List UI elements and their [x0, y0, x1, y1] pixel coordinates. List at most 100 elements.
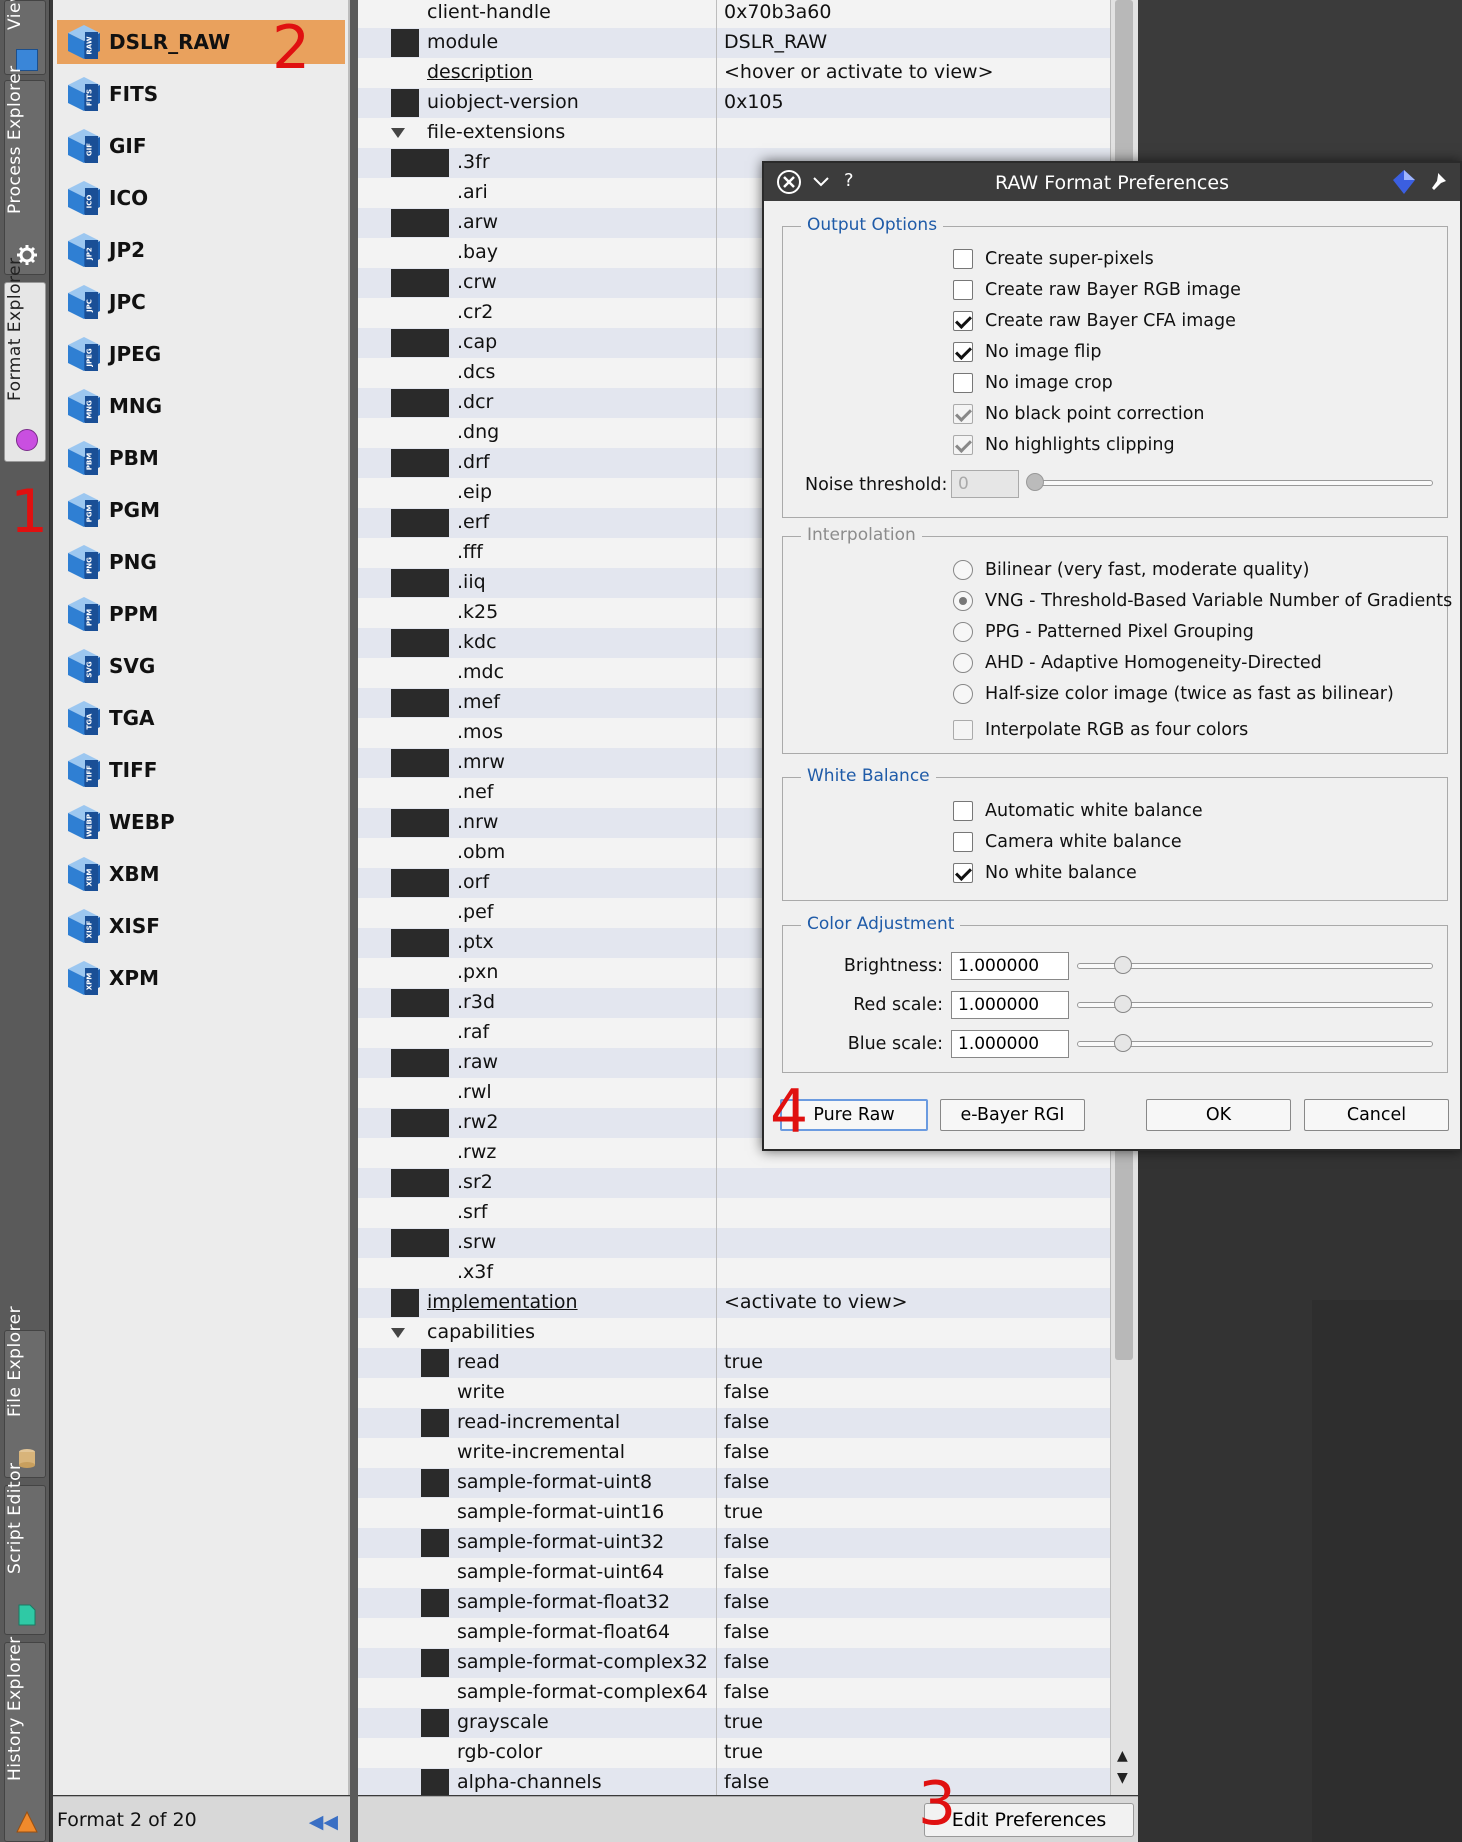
format-item-png[interactable]: PNG PNG	[57, 540, 345, 584]
debayer-rgb-button[interactable]: e-Bayer RGI	[940, 1099, 1085, 1131]
property-key: .dcr	[457, 391, 494, 413]
format-item-jpeg[interactable]: JPEG JPEG	[57, 332, 345, 376]
scroll-down-icon[interactable]: ▼	[1117, 1770, 1128, 1786]
output-option-checkbox-1[interactable]: Create raw Bayer RGB image	[953, 280, 1241, 300]
property-row[interactable]: .srf	[358, 1198, 1110, 1228]
format-item-mng[interactable]: MNG MNG	[57, 384, 345, 428]
color-adjustment-slider[interactable]	[1077, 956, 1433, 974]
tab-script-editor[interactable]: Script Editor	[4, 1462, 46, 1635]
output-option-checkbox-2[interactable]: Create raw Bayer CFA image	[953, 311, 1236, 331]
format-item-pbm[interactable]: PBM PBM	[57, 436, 345, 480]
property-row[interactable]: module DSLR_RAW	[358, 28, 1110, 58]
format-item-ico[interactable]: ICO ICO	[57, 176, 345, 220]
format-item-gif[interactable]: GIF GIF	[57, 124, 345, 168]
format-item-webp[interactable]: WEBP WEBP	[57, 800, 345, 844]
collapse-left-icon[interactable]: ◀◀	[309, 1811, 338, 1833]
property-key: capabilities	[427, 1321, 536, 1343]
interpolation-radio-1[interactable]: VNG - Threshold-Based Variable Number of…	[953, 591, 1452, 611]
noise-threshold-input[interactable]	[951, 470, 1019, 498]
pin-icon[interactable]	[1428, 171, 1448, 193]
property-row[interactable]: .sr2	[358, 1168, 1110, 1198]
noise-threshold-slider[interactable]	[1026, 473, 1433, 491]
slider-knob[interactable]	[1114, 956, 1132, 974]
format-cube-icon: JPEG	[65, 335, 103, 373]
color-adjustment-input[interactable]	[951, 952, 1069, 980]
format-item-jpc[interactable]: JPC JPC	[57, 280, 345, 324]
interpolation-radio-0[interactable]: Bilinear (very fast, moderate quality)	[953, 560, 1309, 580]
white-balance-checkbox-0[interactable]: Automatic white balance	[953, 801, 1203, 821]
property-row[interactable]: sample-format-uint32 false	[358, 1528, 1110, 1558]
cancel-button[interactable]: Cancel	[1304, 1099, 1449, 1131]
property-row[interactable]: sample-format-complex32 false	[358, 1648, 1110, 1678]
tab-history-explorer[interactable]: History Explorer	[4, 1636, 46, 1842]
property-row[interactable]: grayscale true	[358, 1708, 1110, 1738]
tab-process-explorer[interactable]: Process Explorer	[4, 65, 46, 275]
format-item-jp2[interactable]: JP2 JP2	[57, 228, 345, 272]
tab-file-explorer[interactable]: File Explorer	[4, 1306, 46, 1478]
property-row[interactable]: client-handle 0x70b3a60	[358, 0, 1110, 28]
interpolation-radio-2[interactable]: PPG - Patterned Pixel Grouping	[953, 622, 1254, 642]
row-swatch	[391, 1109, 449, 1137]
property-row[interactable]: uiobject-version 0x105	[358, 88, 1110, 118]
white-balance-checkbox-2[interactable]: No white balance	[953, 863, 1137, 883]
property-key: .mdc	[457, 661, 505, 683]
property-row[interactable]: file-extensions	[358, 118, 1110, 148]
output-option-checkbox-6[interactable]: No highlights clipping	[953, 435, 1175, 455]
format-item-xpm[interactable]: XPM XPM	[57, 956, 345, 1000]
property-key: implementation	[427, 1291, 578, 1313]
color-adjustment-input[interactable]	[951, 1030, 1069, 1058]
property-row[interactable]: sample-format-float64 false	[358, 1618, 1110, 1648]
property-row[interactable]: capabilities	[358, 1318, 1110, 1348]
format-item-svg[interactable]: SVG SVG	[57, 644, 345, 688]
scroll-up-icon[interactable]: ▲	[1117, 1748, 1128, 1764]
property-row[interactable]: description <hover or activate to view>	[358, 58, 1110, 88]
color-adjustment-input[interactable]	[951, 991, 1069, 1019]
interpolate-four-colors-checkbox[interactable]: Interpolate RGB as four colors	[953, 720, 1248, 740]
slider-knob[interactable]	[1114, 1034, 1132, 1052]
property-row[interactable]: alpha-channels false	[358, 1768, 1110, 1795]
property-row[interactable]: .x3f	[358, 1258, 1110, 1288]
format-item-pgm[interactable]: PGM PGM	[57, 488, 345, 532]
property-row[interactable]: read true	[358, 1348, 1110, 1378]
property-row[interactable]: rgb-color true	[358, 1738, 1110, 1768]
dialog-title-bar[interactable]: ? RAW Format Preferences	[764, 163, 1460, 201]
row-swatch	[421, 1649, 449, 1677]
output-option-checkbox-5[interactable]: No black point correction	[953, 404, 1205, 424]
expand-triangle-icon[interactable]	[391, 1328, 405, 1338]
format-item-xbm[interactable]: XBM XBM	[57, 852, 345, 896]
property-row[interactable]: sample-format-uint64 false	[358, 1558, 1110, 1588]
property-row[interactable]: sample-format-float32 false	[358, 1588, 1110, 1618]
output-option-checkbox-4[interactable]: No image crop	[953, 373, 1113, 393]
color-adjustment-slider[interactable]	[1077, 995, 1433, 1013]
expand-triangle-icon[interactable]	[391, 128, 405, 138]
output-option-checkbox-0[interactable]: Create super-pixels	[953, 249, 1154, 269]
property-key: .crw	[457, 271, 497, 293]
property-row[interactable]: .srw	[358, 1228, 1110, 1258]
white-balance-checkbox-1[interactable]: Camera white balance	[953, 832, 1182, 852]
color-adjustment-slider[interactable]	[1077, 1034, 1433, 1052]
tab-view-explorer[interactable]: View E	[4, 0, 46, 75]
format-cube-icon: XISF	[65, 907, 103, 945]
format-name: ICO	[109, 186, 149, 210]
property-row[interactable]: implementation <activate to view>	[358, 1288, 1110, 1318]
format-item-tiff[interactable]: TIFF TIFF	[57, 748, 345, 792]
property-row[interactable]: read-incremental false	[358, 1408, 1110, 1438]
property-key: sample-format-uint16	[457, 1501, 665, 1523]
slider-knob[interactable]	[1114, 995, 1132, 1013]
output-option-checkbox-3[interactable]: No image flip	[953, 342, 1101, 362]
format-item-tga[interactable]: TGA TGA	[57, 696, 345, 740]
tab-format-explorer[interactable]: Format Explorer	[4, 257, 46, 462]
format-item-xisf[interactable]: XISF XISF	[57, 904, 345, 948]
ok-button[interactable]: OK	[1146, 1099, 1291, 1131]
noise-threshold-knob[interactable]	[1026, 473, 1044, 491]
property-row[interactable]: sample-format-complex64 false	[358, 1678, 1110, 1708]
property-row[interactable]: sample-format-uint8 false	[358, 1468, 1110, 1498]
property-row[interactable]: write-incremental false	[358, 1438, 1110, 1468]
interpolation-radio-4[interactable]: Half-size color image (twice as fast as …	[953, 684, 1394, 704]
format-item-ppm[interactable]: PPM PPM	[57, 592, 345, 636]
panel-splitter[interactable]	[350, 0, 358, 1842]
column-separator[interactable]	[716, 0, 717, 1795]
interpolation-radio-3[interactable]: AHD - Adaptive Homogeneity-Directed	[953, 653, 1322, 673]
property-row[interactable]: sample-format-uint16 true	[358, 1498, 1110, 1528]
property-row[interactable]: write false	[358, 1378, 1110, 1408]
